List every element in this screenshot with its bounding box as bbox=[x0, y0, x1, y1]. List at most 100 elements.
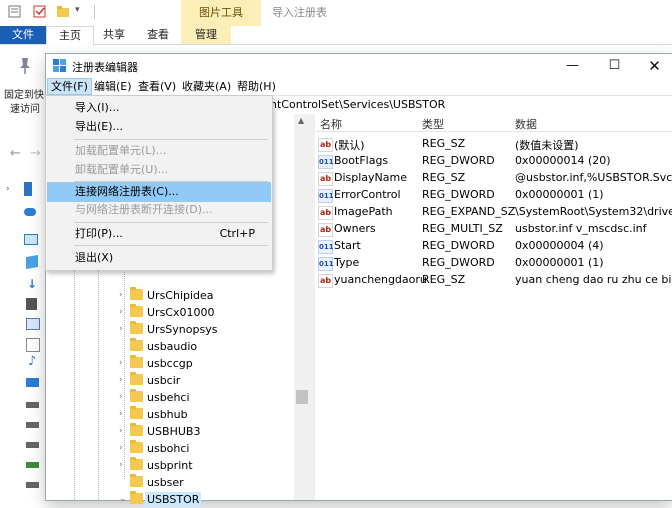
chevron-down-icon[interactable]: ▾ bbox=[75, 5, 89, 18]
tree-item-label[interactable]: usbaudio bbox=[145, 339, 199, 354]
chevron-right-icon[interactable]: › bbox=[119, 289, 129, 301]
address-path[interactable]: ntControlSet\Services\USBSTOR bbox=[270, 98, 445, 111]
chevron-right-icon[interactable]: › bbox=[119, 425, 129, 437]
menu-item-exit[interactable]: 退出(X) bbox=[47, 248, 271, 268]
tree-item-label[interactable]: usbcir bbox=[145, 373, 182, 388]
tree-item-label[interactable]: UrsSynopsys bbox=[145, 322, 219, 337]
drive-icon[interactable] bbox=[26, 422, 39, 428]
value-data: (数值未设置) bbox=[515, 139, 579, 152]
tree-item-label[interactable]: USBHUB3 bbox=[145, 424, 202, 439]
desktop-icon[interactable] bbox=[26, 378, 39, 387]
drive-icon[interactable] bbox=[26, 482, 39, 488]
value-row[interactable]: ab (默认) REG_SZ (数值未设置) bbox=[315, 136, 672, 153]
videos-icon[interactable] bbox=[26, 298, 37, 310]
pin-quick-access-label-2[interactable]: 速访问 bbox=[10, 100, 40, 115]
tab-view[interactable]: 查看 bbox=[138, 26, 178, 44]
pin-quick-access-label[interactable]: 固定到快 bbox=[4, 86, 44, 101]
menu-file[interactable]: 文件(F) bbox=[47, 78, 92, 95]
tab-home[interactable]: 主页 bbox=[46, 26, 94, 45]
menu-edit[interactable]: 编辑(E) bbox=[91, 79, 135, 94]
tree-scrollbar[interactable] bbox=[294, 114, 310, 500]
chevron-right-icon[interactable]: › bbox=[119, 442, 129, 454]
expand-arrow-icon[interactable]: › bbox=[6, 184, 10, 194]
scroll-up-icon[interactable]: ▲ bbox=[298, 116, 304, 125]
back-arrow-icon[interactable]: ← bbox=[10, 146, 21, 161]
tree-item[interactable]: › UrsCx01000 bbox=[46, 304, 294, 321]
maximize-button[interactable]: ☐ bbox=[598, 54, 631, 78]
chevron-right-icon[interactable]: › bbox=[119, 306, 129, 318]
drive-icon[interactable] bbox=[26, 442, 39, 448]
menu-item-export[interactable]: 导出(E)... bbox=[47, 117, 271, 137]
this-pc-icon[interactable] bbox=[24, 234, 38, 245]
value-type: REG_DWORD bbox=[422, 154, 495, 167]
tree-item-label[interactable]: usbhub bbox=[145, 407, 190, 422]
checkmark-icon[interactable] bbox=[33, 5, 47, 18]
chevron-right-icon[interactable]: › bbox=[119, 357, 129, 369]
tree-item[interactable]: › usbohci bbox=[46, 440, 294, 457]
tree-scrollbar-thumb[interactable] bbox=[296, 390, 308, 404]
tree-item-label[interactable]: usbehci bbox=[145, 390, 192, 405]
value-row[interactable]: 011 Start REG_DWORD 0x00000004 (4) bbox=[315, 238, 672, 255]
tab-file[interactable]: 文件 bbox=[0, 26, 46, 44]
chevron-right-icon[interactable]: › bbox=[119, 459, 129, 471]
column-header-data[interactable]: 数据 bbox=[515, 116, 537, 132]
onedrive-icon[interactable] bbox=[24, 208, 36, 216]
menu-help[interactable]: 帮助(H) bbox=[234, 79, 279, 94]
menu-item-import[interactable]: 导入(I)... bbox=[47, 98, 271, 118]
menu-view[interactable]: 查看(V) bbox=[135, 79, 179, 94]
chevron-right-icon[interactable]: › bbox=[119, 374, 129, 386]
pin-icon[interactable] bbox=[17, 57, 33, 75]
tree-item-label[interactable]: usbohci bbox=[145, 441, 192, 456]
tree-item-label[interactable]: UrsCx01000 bbox=[145, 305, 217, 320]
tab-manage[interactable]: 管理 bbox=[181, 26, 231, 44]
tree-item-label[interactable]: UrsChipidea bbox=[145, 288, 216, 303]
tree-item[interactable]: › usbhub bbox=[46, 406, 294, 423]
value-row[interactable]: ab DisplayName REG_SZ @usbstor.inf,%USBS… bbox=[315, 170, 672, 187]
folder-icon[interactable] bbox=[56, 5, 70, 18]
close-button[interactable]: ✕ bbox=[638, 54, 671, 78]
tree-item[interactable]: usbser bbox=[46, 474, 294, 491]
value-row[interactable]: ab Owners REG_MULTI_SZ usbstor.inf v_msc… bbox=[315, 221, 672, 238]
properties-icon[interactable] bbox=[8, 5, 22, 18]
column-header-name[interactable]: 名称 bbox=[320, 116, 342, 132]
quick-access-star-icon[interactable] bbox=[24, 182, 32, 196]
value-row[interactable]: 011 ErrorControl REG_DWORD 0x00000001 (1… bbox=[315, 187, 672, 204]
tree-item-label[interactable]: usbccgp bbox=[145, 356, 195, 371]
downloads-icon[interactable]: ↓ bbox=[27, 277, 37, 291]
chevron-right-icon[interactable]: › bbox=[119, 408, 129, 420]
menu-favorites[interactable]: 收藏夹(A) bbox=[179, 79, 234, 94]
pictures-icon[interactable] bbox=[26, 318, 40, 330]
forward-arrow-icon[interactable]: → bbox=[30, 146, 41, 161]
chevron-down-icon[interactable]: ⌄ bbox=[119, 493, 129, 505]
tree-item[interactable]: usbaudio bbox=[46, 338, 294, 355]
value-row[interactable]: ab ImagePath REG_EXPAND_SZ \SystemRoot\S… bbox=[315, 204, 672, 221]
drive-icon[interactable] bbox=[26, 402, 39, 408]
tree-item[interactable]: › USBHUB3 bbox=[46, 423, 294, 440]
tree-item[interactable]: › UrsChipidea bbox=[46, 287, 294, 304]
tree-item-label[interactable]: usbprint bbox=[145, 458, 195, 473]
menu-item-print[interactable]: 打印(P)... Ctrl+P bbox=[47, 224, 271, 244]
column-header-type[interactable]: 类型 bbox=[422, 116, 444, 132]
menu-separator bbox=[74, 222, 268, 223]
menu-item-connect-network-registry[interactable]: 连接网络注册表(C)... bbox=[47, 182, 271, 202]
network-drive-icon[interactable] bbox=[26, 462, 39, 468]
tree-item[interactable]: › usbprint bbox=[46, 457, 294, 474]
chevron-right-icon[interactable]: › bbox=[119, 323, 129, 335]
3d-objects-icon[interactable] bbox=[26, 254, 38, 270]
chevron-right-icon[interactable]: › bbox=[119, 391, 129, 403]
minimize-button[interactable]: — bbox=[556, 54, 589, 78]
documents-icon[interactable] bbox=[26, 338, 40, 352]
value-name: (默认) bbox=[334, 139, 365, 152]
tree-item[interactable]: › usbcir bbox=[46, 372, 294, 389]
tree-item-label[interactable]: usbser bbox=[145, 475, 186, 490]
tab-share[interactable]: 共享 bbox=[94, 26, 134, 44]
value-type: REG_MULTI_SZ bbox=[422, 222, 503, 235]
menu-item-load-hive: 加载配置单元(L)... bbox=[47, 141, 271, 161]
tree-item[interactable]: › usbehci bbox=[46, 389, 294, 406]
music-icon[interactable]: ♪ bbox=[28, 354, 36, 369]
tree-item[interactable]: › UrsSynopsys bbox=[46, 321, 294, 338]
value-row[interactable]: 011 BootFlags REG_DWORD 0x00000014 (20) bbox=[315, 153, 672, 170]
value-row[interactable]: ab yuanchengdaoru REG_SZ yuan cheng dao … bbox=[315, 272, 672, 289]
value-row[interactable]: 011 Type REG_DWORD 0x00000001 (1) bbox=[315, 255, 672, 272]
tree-item[interactable]: › usbccgp bbox=[46, 355, 294, 372]
